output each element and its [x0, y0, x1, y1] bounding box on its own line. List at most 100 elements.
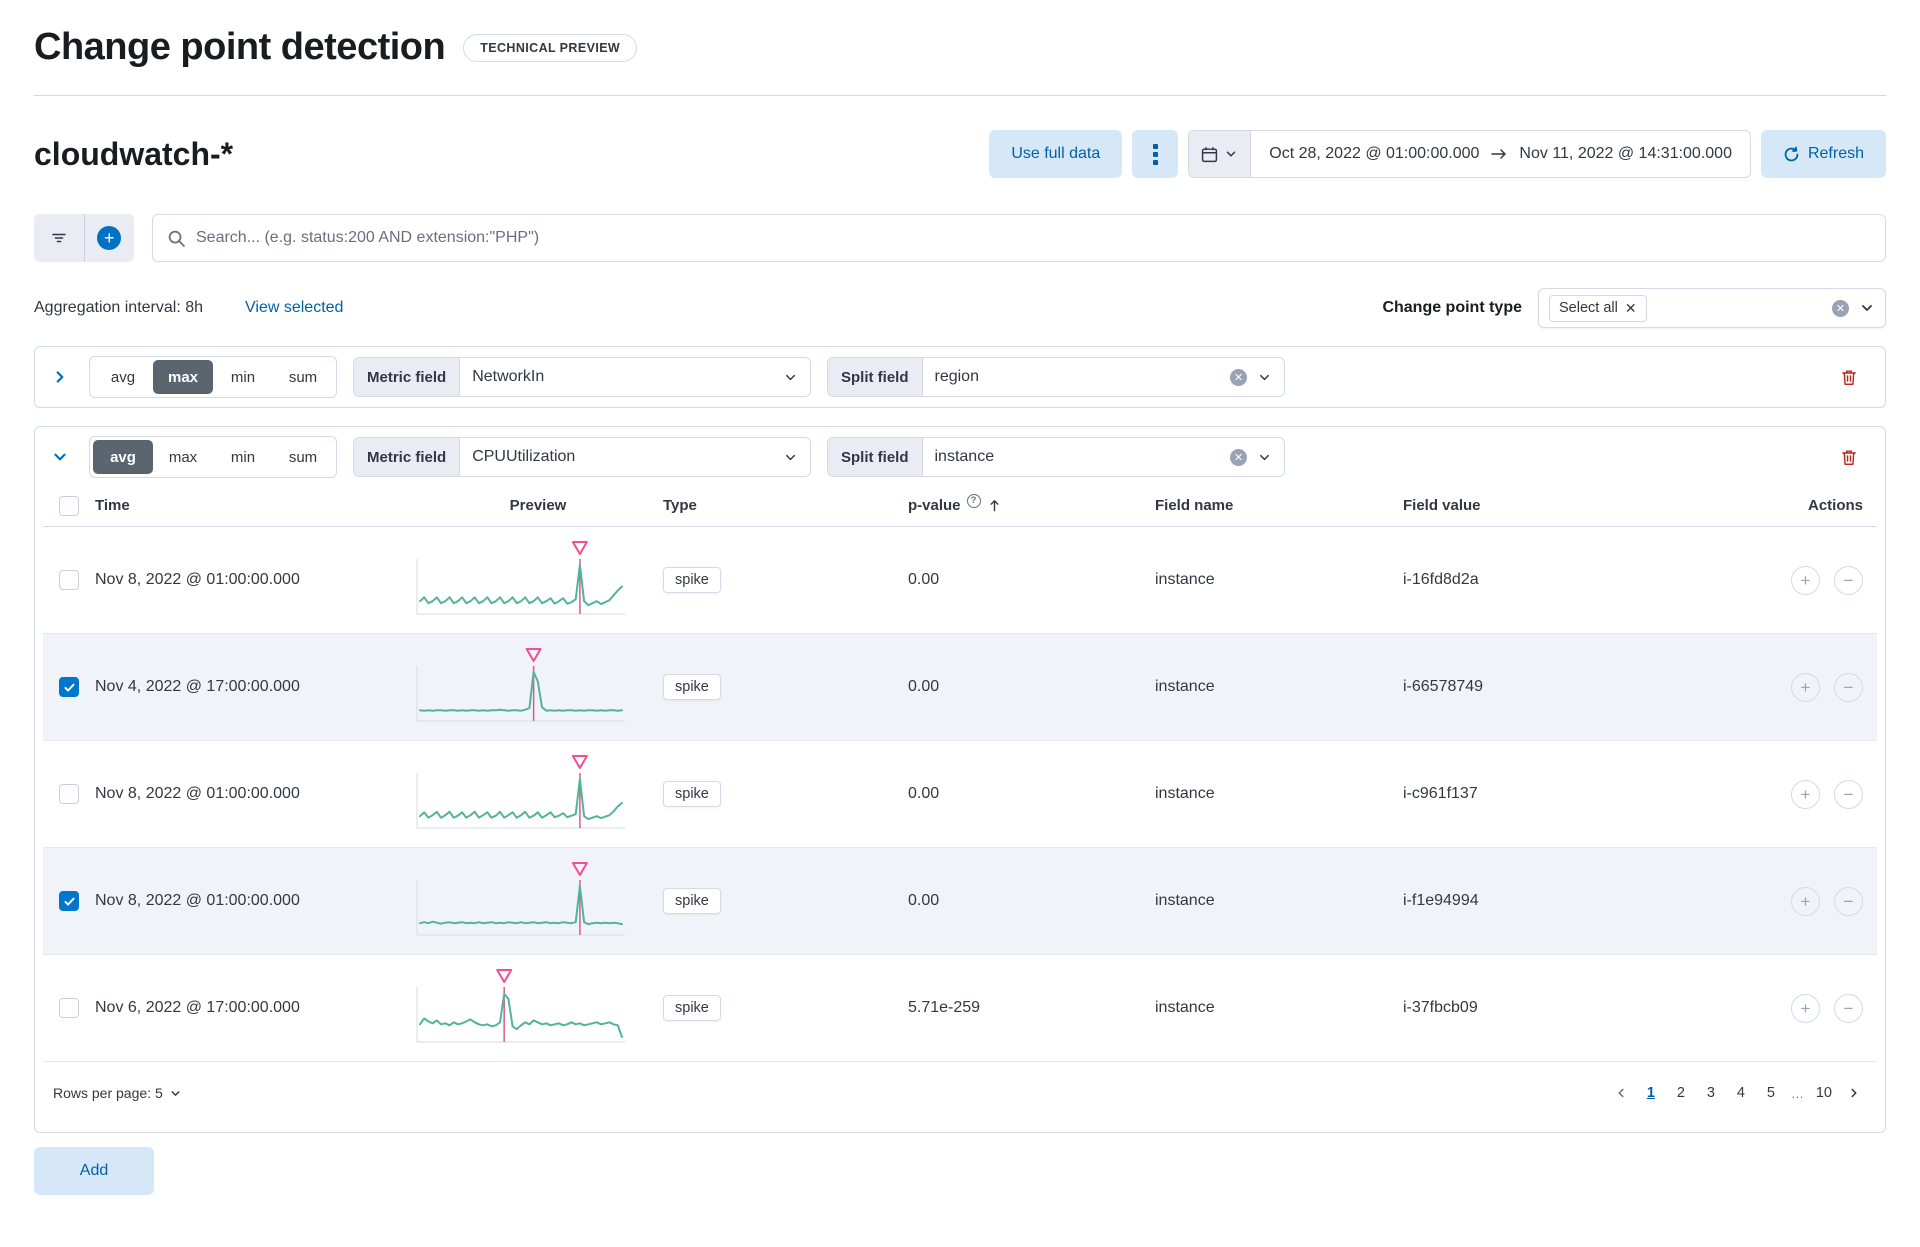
filter-out-value-button[interactable]: − [1834, 993, 1863, 1023]
filter-for-value-button[interactable]: + [1791, 779, 1820, 809]
check-icon [63, 683, 75, 691]
filter-out-value-button[interactable]: − [1834, 779, 1863, 809]
add-filter-button[interactable]: + [85, 214, 135, 262]
sampling-options-button[interactable] [1132, 130, 1179, 178]
select-all-checkbox[interactable] [59, 495, 79, 516]
row-field-value: i-66578749 [1403, 678, 1484, 695]
filter-button-group: + [34, 214, 134, 262]
filter-options-button[interactable] [34, 214, 85, 262]
filter-for-value-button[interactable]: + [1791, 672, 1820, 702]
clear-split-field-icon[interactable]: ✕ [1230, 448, 1247, 466]
page-button-4[interactable]: 4 [1728, 1080, 1754, 1106]
row-time: Nov 4, 2022 @ 17:00:00.000 [95, 678, 300, 695]
split-field-select[interactable]: region ✕ [923, 358, 1285, 396]
search-input[interactable] [196, 229, 1871, 247]
column-header-field-value: Field value [1403, 497, 1481, 514]
page-button-2[interactable]: 2 [1668, 1080, 1694, 1106]
results-table-body: Nov 8, 2022 @ 01:00:00.000 spike 0.00 in… [43, 527, 1877, 1062]
row-checkbox[interactable] [59, 677, 79, 697]
delete-config-button[interactable] [1835, 443, 1863, 471]
refresh-button[interactable]: Refresh [1760, 130, 1886, 178]
table-pagination: Rows per page: 5 1 2 3 4 5 … 10 [43, 1062, 1877, 1124]
row-time: Nov 8, 2022 @ 01:00:00.000 [95, 571, 300, 588]
split-field-label: Split field [828, 358, 923, 396]
chevron-down-icon[interactable] [1859, 300, 1875, 316]
view-selected-link[interactable]: View selected [245, 299, 343, 317]
sort-ascending-icon [990, 500, 998, 512]
row-time: Nov 6, 2022 @ 17:00:00.000 [95, 999, 300, 1016]
agg-option-min[interactable]: min [213, 440, 273, 474]
table-row: Nov 4, 2022 @ 17:00:00.000 spike 0.00 in… [43, 634, 1877, 741]
split-field-select[interactable]: instance ✕ [923, 438, 1285, 476]
filter-out-value-button[interactable]: − [1834, 672, 1863, 702]
selected-type-pill: Select all ✕ [1549, 294, 1647, 322]
table-row: Nov 8, 2022 @ 01:00:00.000 spike 0.00 in… [43, 741, 1877, 848]
rows-per-page-selector[interactable]: Rows per page: 5 [53, 1085, 182, 1101]
filter-out-value-button[interactable]: − [1834, 565, 1863, 595]
column-header-time: Time [95, 497, 130, 514]
check-icon [63, 897, 75, 905]
page-button-3[interactable]: 3 [1698, 1080, 1724, 1106]
agg-option-sum[interactable]: sum [273, 440, 333, 474]
row-p-value: 0.00 [908, 785, 940, 802]
page-number-list: 1 2 3 4 5 … 10 [1608, 1080, 1867, 1106]
change-point-type-badge: spike [663, 781, 721, 807]
row-field-value: i-37fbcb09 [1403, 999, 1478, 1016]
clear-split-field-icon[interactable]: ✕ [1230, 368, 1247, 386]
split-field-label: Split field [828, 438, 923, 476]
expand-accordion-button[interactable] [47, 364, 73, 390]
date-range-start[interactable]: Oct 28, 2022 @ 01:00:00.000 [1269, 145, 1479, 163]
filter-out-value-button[interactable]: − [1834, 886, 1863, 916]
trash-icon [1842, 449, 1856, 465]
collapse-accordion-button[interactable] [47, 444, 73, 470]
date-range-end[interactable]: Nov 11, 2022 @ 14:31:00.000 [1519, 145, 1732, 163]
agg-option-avg[interactable]: avg [93, 440, 153, 474]
change-point-sparkline [413, 861, 629, 942]
results-table-header: Time Preview Type p-value ? Field name F… [43, 485, 1877, 527]
page-button-10[interactable]: 10 [1811, 1080, 1837, 1106]
next-page-button[interactable] [1841, 1086, 1867, 1100]
page-button-1[interactable]: 1 [1638, 1080, 1664, 1106]
delete-config-button[interactable] [1835, 363, 1863, 391]
metric-field-select[interactable]: CPUUtilization [460, 438, 810, 476]
plus-circle-icon: + [97, 226, 122, 250]
chevron-down-icon [1260, 374, 1269, 380]
index-pattern-title: cloudwatch-* [34, 135, 234, 172]
chevron-left-icon [1618, 1088, 1624, 1098]
agg-option-max[interactable]: max [153, 440, 213, 474]
row-checkbox[interactable] [59, 784, 79, 804]
use-full-data-button[interactable]: Use full data [989, 130, 1123, 178]
remove-type-icon[interactable]: ✕ [1625, 300, 1637, 317]
change-point-type-combobox[interactable]: Select all ✕ ✕ [1538, 288, 1886, 328]
metric-field-select[interactable]: NetworkIn [460, 358, 810, 396]
split-field-value: instance [934, 448, 995, 465]
column-header-actions: Actions [1807, 497, 1863, 514]
row-checkbox[interactable] [59, 891, 79, 911]
arrow-right-icon [1491, 149, 1507, 159]
metric-field-label: Metric field [354, 438, 461, 476]
filter-for-value-button[interactable]: + [1791, 993, 1820, 1023]
add-config-button[interactable]: Add [34, 1147, 154, 1195]
split-field-control: Split field region ✕ [827, 357, 1285, 397]
row-checkbox[interactable] [59, 998, 79, 1018]
page-button-5[interactable]: 5 [1758, 1080, 1784, 1106]
agg-option-sum[interactable]: sum [273, 360, 333, 394]
row-checkbox[interactable] [59, 570, 79, 590]
change-point-detection-page: Change point detection TECHNICAL PREVIEW… [0, 0, 1920, 1195]
refresh-label: Refresh [1807, 145, 1864, 162]
question-circle-icon[interactable]: ? [966, 493, 981, 508]
column-header-p-value[interactable]: p-value ? [908, 493, 1155, 514]
filter-for-value-button[interactable]: + [1791, 565, 1820, 595]
quick-select-date-button[interactable] [1189, 131, 1252, 177]
filter-for-value-button[interactable]: + [1791, 886, 1820, 916]
boxes-vertical-icon [1152, 143, 1158, 165]
agg-option-min[interactable]: min [213, 360, 273, 394]
row-field-value: i-16fd8d2a [1403, 571, 1479, 588]
agg-option-avg[interactable]: avg [93, 360, 153, 394]
row-field-value: i-f1e94994 [1403, 892, 1479, 909]
chevron-right-icon [1851, 1088, 1857, 1098]
agg-option-max[interactable]: max [153, 360, 213, 394]
previous-page-button[interactable] [1608, 1086, 1634, 1100]
table-row: Nov 6, 2022 @ 17:00:00.000 spike 5.71e-2… [43, 955, 1877, 1062]
clear-selection-icon[interactable]: ✕ [1832, 299, 1849, 317]
